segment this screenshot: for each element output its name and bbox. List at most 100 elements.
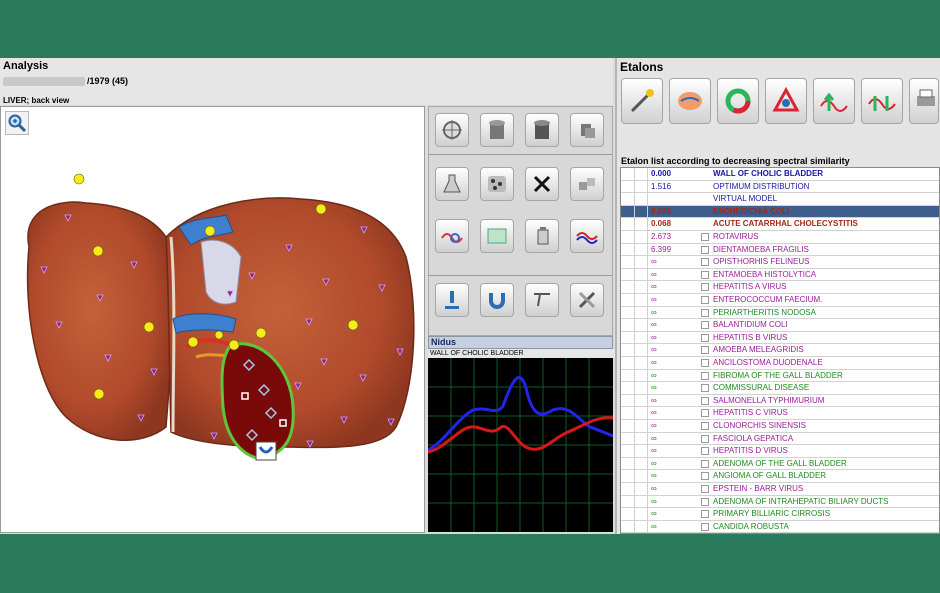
layer-tool-button[interactable] [570, 113, 604, 147]
etalon-row[interactable]: ∞ ANCILOSTOMA DUODENALE [621, 357, 939, 370]
etalon-checkbox[interactable] [701, 296, 709, 304]
row-cell-a [621, 432, 635, 445]
flask-icon [443, 174, 461, 193]
etalon-row[interactable]: VIRTUAL MODEL [621, 193, 939, 206]
etalon-row[interactable]: ∞ BALANTIDIUM COLI [621, 319, 939, 332]
organ-alt-tool-button[interactable] [525, 113, 559, 147]
chart-up-button[interactable] [813, 78, 855, 124]
etalon-row[interactable]: 0.068 ACUTE CATARRHAL CHOLECYSTITIS [621, 218, 939, 231]
signal-tool-button[interactable] [525, 283, 559, 317]
print-button[interactable] [909, 78, 939, 124]
etalon-row[interactable]: ∞ OPISTHORHIS FELINEUS [621, 256, 939, 269]
etalon-row[interactable]: 6.399 DIENTAMOEBA FRAGILIS [621, 243, 939, 257]
nidus-subtitle: WALL OF CHOLIC BLADDER [428, 349, 615, 358]
etalon-checkbox[interactable] [701, 346, 709, 355]
etalon-row[interactable]: ∞ EPSTEIN - BARR VIRUS [621, 483, 939, 496]
etalon-checkbox[interactable] [701, 485, 709, 493]
compare-tool-button[interactable] [480, 219, 514, 253]
etalon-checkbox[interactable] [701, 447, 709, 456]
etalon-name: ESCHERICHIA COLI [713, 206, 790, 216]
etalon-row[interactable]: 2.673 ROTAVIRUS [621, 231, 939, 244]
row-cell-b [634, 180, 648, 193]
etalon-row[interactable]: ∞ AMOEBA MELEAGRIDIS [621, 344, 939, 357]
triangle-cycle-icon [772, 86, 800, 112]
etalon-checkbox[interactable] [701, 308, 709, 317]
etalon-row[interactable]: 1.516 OPTIMUM DISTRIBUTION [621, 180, 939, 194]
etalon-row[interactable]: ∞ FASCIOLA GEPATICA [621, 432, 939, 446]
tools-icon [578, 291, 596, 309]
etalon-checkbox[interactable] [701, 396, 709, 405]
etalon-row[interactable]: ∞ ENTEROCOCCUM FAECIUM. [621, 294, 939, 307]
etalon-checkbox[interactable] [701, 422, 709, 430]
etalon-name: ACUTE CATARRHAL CHOLECYSTITIS [713, 219, 858, 229]
etalon-row[interactable]: ∞ CLONORCHIS SINENSIS [621, 420, 939, 433]
microscope-tool-button[interactable] [435, 283, 469, 317]
etalon-checkbox[interactable] [701, 409, 709, 418]
etalon-name: CLONORCHIS SINENSIS [713, 421, 806, 430]
etalon-row[interactable]: 0.000 WALL OF CHOLIC BLADDER [621, 168, 939, 181]
row-cell-b [634, 470, 648, 483]
row-cell-b [634, 243, 648, 256]
etalon-checkbox[interactable] [701, 472, 709, 481]
etalon-checkbox[interactable] [701, 359, 709, 367]
instruments-tool-button[interactable] [570, 283, 604, 317]
etalon-checkbox[interactable] [701, 283, 709, 292]
etalon-row[interactable]: 0.026 ESCHERICHIA COLI [621, 205, 939, 219]
etalon-row[interactable]: ∞ HEPATITIS D VIRUS [621, 445, 939, 458]
cubes-tool-button[interactable] [570, 167, 604, 201]
row-cell-a [621, 382, 635, 395]
row-cell-a [621, 205, 635, 218]
etalon-row[interactable]: ∞ ADENOMA OF THE GALL BLADDER [621, 457, 939, 471]
etalon-checkbox[interactable] [701, 321, 709, 330]
chart-compare-button[interactable] [861, 78, 903, 124]
graph-tool-button[interactable] [570, 219, 604, 253]
brain-button[interactable] [669, 78, 711, 124]
etalon-row[interactable]: ∞ SALMONELLA TYPHIMURIUM [621, 394, 939, 408]
app-window: Analysis /1979 (45) LIVER; back view Nid… [0, 58, 940, 534]
etalon-checkbox[interactable] [701, 434, 709, 443]
etalon-name: ADENOMA OF INTRAHEPATIC BILIARY DUCTS [713, 496, 889, 506]
etalon-list[interactable]: 0.000 WALL OF CHOLIC BLADDER 1.516 OPTIMUM … [620, 167, 940, 534]
etalon-checkbox[interactable] [701, 270, 709, 279]
redacted-patient-name [3, 76, 85, 86]
organ-tool-button[interactable] [480, 113, 514, 147]
cycle-button[interactable] [717, 78, 759, 124]
organ-view[interactable] [0, 106, 425, 533]
spectrum-search-tool-button[interactable] [435, 219, 469, 253]
etalon-row[interactable]: ∞ HEPATITIS B VIRUS [621, 331, 939, 345]
etalon-value: 0.068 [651, 219, 672, 229]
etalon-row[interactable]: ∞ FIBROMA OF THE GALL BLADDER [621, 369, 939, 383]
etalon-row[interactable]: ∞ COMMISSURAL DISEASE [621, 382, 939, 395]
etalon-row[interactable]: ∞ HEPATITIS C VIRUS [621, 407, 939, 420]
cylinder-dark-icon [534, 120, 550, 139]
etalon-row[interactable]: ∞ CANDIDA ROBUSTA [621, 520, 939, 533]
etalon-name: ROTAVIRUS [713, 232, 759, 241]
etalon-row[interactable]: ∞ ANGIOMA OF GALL BLADDER [621, 470, 939, 483]
etalon-checkbox[interactable] [701, 371, 709, 380]
target-tool-button[interactable] [435, 113, 469, 147]
flask-tool-button[interactable] [435, 167, 469, 201]
etalon-checkbox[interactable] [701, 497, 709, 506]
etalon-checkbox[interactable] [701, 333, 709, 342]
etalon-checkbox[interactable] [701, 233, 709, 241]
etalon-checkbox[interactable] [701, 459, 709, 468]
rotate-button[interactable] [765, 78, 807, 124]
etalon-checkbox[interactable] [701, 384, 709, 393]
etalon-row[interactable]: ∞ PRIMARY BILLIARIC CIRROSIS [621, 508, 939, 521]
medicine-tool-button[interactable] [525, 219, 559, 253]
etalon-row[interactable]: ∞ HEPATITIS A VIRUS [621, 281, 939, 294]
close-icon [533, 175, 551, 193]
etalon-name: AMOEBA MELEAGRIDIS [713, 345, 804, 355]
etalon-row[interactable]: ∞ PERIARTHERITIS NODOSA [621, 306, 939, 320]
clear-tool-button[interactable] [525, 167, 559, 201]
etalon-checkbox[interactable] [701, 245, 709, 254]
magnet-tool-button[interactable] [480, 283, 514, 317]
wand-button[interactable] [621, 78, 663, 124]
etalon-name: ENTEROCOCCUM FAECIUM. [713, 295, 823, 304]
etalon-checkbox[interactable] [701, 522, 709, 531]
etalon-checkbox[interactable] [701, 510, 709, 519]
etalon-checkbox[interactable] [701, 258, 709, 267]
dots-tool-button[interactable] [480, 167, 514, 201]
etalon-row[interactable]: ∞ ENTAMOEBA HISTOLYTICA [621, 268, 939, 282]
etalon-row[interactable]: ∞ ADENOMA OF INTRAHEPATIC BILIARY DUCTS [621, 495, 939, 509]
